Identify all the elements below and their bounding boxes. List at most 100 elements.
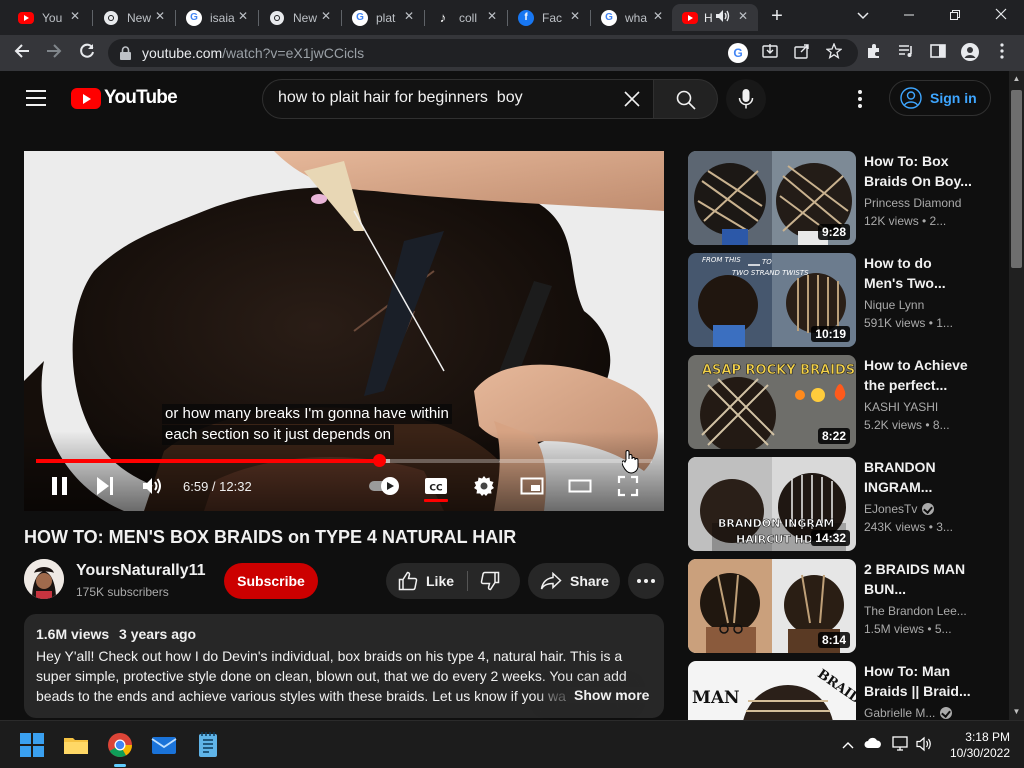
- close-tab-icon[interactable]: ✕: [404, 9, 414, 23]
- install-app-icon[interactable]: [760, 43, 780, 63]
- recommended-video-title[interactable]: How To: Man Braids || Braid...: [864, 661, 972, 701]
- dislike-button[interactable]: [480, 571, 500, 596]
- close-tab-icon[interactable]: ✕: [238, 9, 248, 23]
- browser-tab[interactable]: You ✕: [8, 4, 90, 31]
- recommended-channel[interactable]: Gabrielle M...: [864, 706, 953, 720]
- recommended-channel[interactable]: KASHI YASHI: [864, 400, 938, 414]
- recommended-channel[interactable]: The Brandon Lee...: [864, 604, 967, 618]
- video-thumbnail[interactable]: FROM THIS TO TWO STRAND TWISTS 10:19: [688, 253, 856, 347]
- scrubber-handle[interactable]: [372, 454, 386, 467]
- video-thumbnail[interactable]: ASAP ROCKY BRAIDS 8:22: [688, 355, 856, 449]
- next-video-button[interactable]: [94, 474, 118, 498]
- like-button[interactable]: Like: [398, 571, 454, 591]
- tab-search-icon[interactable]: [848, 4, 878, 26]
- sign-in-button[interactable]: Sign in: [889, 80, 991, 116]
- scrollbar-thumb[interactable]: [1011, 90, 1022, 268]
- close-tab-icon[interactable]: ✕: [321, 9, 331, 23]
- share-button[interactable]: Share: [528, 563, 620, 599]
- browser-tab[interactable]: New ✕: [93, 4, 175, 31]
- guide-menu-icon[interactable]: [26, 90, 46, 106]
- address-bar[interactable]: youtube.com/watch?v=eX1jwCCicls G: [108, 39, 858, 67]
- speaker-icon[interactable]: [916, 736, 934, 755]
- clear-search-icon[interactable]: [623, 90, 641, 113]
- search-button[interactable]: [654, 79, 718, 119]
- recommended-video-title[interactable]: BRANDON INGRAM...: [864, 457, 972, 497]
- close-window-button[interactable]: [986, 4, 1016, 26]
- browser-tab[interactable]: ♪ coll ✕: [425, 4, 507, 31]
- progress-bar[interactable]: [36, 454, 652, 467]
- youtube-logo[interactable]: YouTube: [71, 87, 178, 109]
- video-thumbnail[interactable]: 9:28: [688, 151, 856, 245]
- browser-menu-icon[interactable]: [992, 43, 1012, 63]
- browser-tab[interactable]: f Fac ✕: [508, 4, 590, 31]
- close-tab-icon[interactable]: ✕: [487, 9, 497, 23]
- volume-button[interactable]: [141, 474, 165, 498]
- video-player[interactable]: [24, 151, 664, 511]
- autoplay-toggle[interactable]: [368, 474, 404, 498]
- back-button[interactable]: [10, 41, 34, 65]
- scroll-down-arrow[interactable]: ▼: [1009, 705, 1024, 719]
- channel-name[interactable]: YoursNaturally11: [76, 562, 206, 580]
- browser-tab[interactable]: G isaia ✕: [176, 4, 258, 31]
- browser-tab[interactable]: G wha ✕: [591, 4, 673, 31]
- recommended-video[interactable]: ASAP ROCKY BRAIDS 8:22 How to Achieve th…: [688, 355, 988, 449]
- recommended-channel[interactable]: Nique Lynn: [864, 298, 924, 312]
- media-control-icon[interactable]: [896, 43, 916, 63]
- close-tab-icon[interactable]: ✕: [738, 9, 748, 23]
- recommended-channel[interactable]: EJonesTv: [864, 502, 935, 516]
- extensions-icon[interactable]: [864, 43, 884, 63]
- scroll-up-arrow[interactable]: ▲: [1009, 72, 1024, 86]
- google-lens-icon[interactable]: G: [728, 43, 748, 63]
- video-thumbnail[interactable]: MAN BRAIDS: [688, 661, 856, 720]
- profile-icon[interactable]: [960, 43, 980, 63]
- theater-mode-button[interactable]: [568, 474, 592, 498]
- search-input[interactable]: [278, 89, 618, 107]
- new-tab-button[interactable]: +: [766, 5, 788, 27]
- video-thumbnail[interactable]: 8:14: [688, 559, 856, 653]
- mail-button[interactable]: [150, 731, 178, 759]
- side-panel-icon[interactable]: [928, 43, 948, 63]
- recommended-video[interactable]: 9:28 How To: Box Braids On Boy... Prince…: [688, 151, 988, 245]
- lock-icon[interactable]: [120, 46, 131, 65]
- more-actions-button[interactable]: [628, 563, 664, 599]
- audio-playing-icon[interactable]: [716, 10, 730, 25]
- close-tab-icon[interactable]: ✕: [155, 9, 165, 23]
- restore-button[interactable]: [940, 4, 970, 26]
- channel-avatar[interactable]: [24, 559, 64, 599]
- forward-button[interactable]: [42, 41, 66, 65]
- recommended-channel[interactable]: Princess Diamond: [864, 196, 961, 210]
- network-icon[interactable]: [892, 736, 910, 755]
- recommended-video[interactable]: MAN BRAIDS How To: Man Braids || Braid...…: [688, 661, 988, 720]
- bookmark-star-icon[interactable]: [824, 42, 844, 63]
- video-thumbnail[interactable]: BRANDON INGRAM HAIRCUT HD ! 14:32: [688, 457, 856, 551]
- recommended-video-title[interactable]: How to Achieve the perfect...: [864, 355, 972, 395]
- recommended-video[interactable]: 8:14 2 BRAIDS MAN BUN... The Brandon Lee…: [688, 559, 988, 653]
- chrome-taskbar-button[interactable]: [106, 731, 134, 767]
- file-explorer-button[interactable]: [62, 731, 90, 759]
- recommended-video[interactable]: FROM THIS TO TWO STRAND TWISTS 10:19 How t…: [688, 253, 988, 347]
- recommended-video-title[interactable]: How to do Men's Two...: [864, 253, 972, 293]
- browser-tab-active[interactable]: H ✕: [672, 4, 758, 31]
- system-clock[interactable]: 3:18 PM 10/30/2022: [946, 729, 1010, 761]
- voice-search-button[interactable]: [726, 79, 766, 119]
- browser-tab[interactable]: G plat ✕: [342, 4, 424, 31]
- settings-button[interactable]: [472, 474, 496, 498]
- notepad-button[interactable]: [194, 731, 222, 759]
- recommended-video-title[interactable]: How To: Box Braids On Boy...: [864, 151, 972, 191]
- close-tab-icon[interactable]: ✕: [570, 9, 580, 23]
- browser-tab[interactable]: New ✕: [259, 4, 341, 31]
- show-hidden-icons-chevron-icon[interactable]: [842, 736, 854, 752]
- share-page-icon[interactable]: [792, 43, 812, 63]
- recommended-video-title[interactable]: 2 BRAIDS MAN BUN...: [864, 559, 972, 599]
- close-tab-icon[interactable]: ✕: [70, 9, 80, 23]
- settings-menu-icon[interactable]: [852, 89, 868, 109]
- onedrive-cloud-icon[interactable]: [864, 736, 882, 752]
- subscribe-button[interactable]: Subscribe: [224, 563, 318, 599]
- subtitles-button[interactable]: CC: [424, 474, 448, 498]
- minimize-button[interactable]: [894, 4, 924, 26]
- reload-button[interactable]: [75, 41, 99, 65]
- close-tab-icon[interactable]: ✕: [653, 9, 663, 23]
- pause-button[interactable]: [48, 474, 72, 498]
- start-button[interactable]: [18, 731, 46, 759]
- show-more-button[interactable]: Show more: [566, 687, 650, 703]
